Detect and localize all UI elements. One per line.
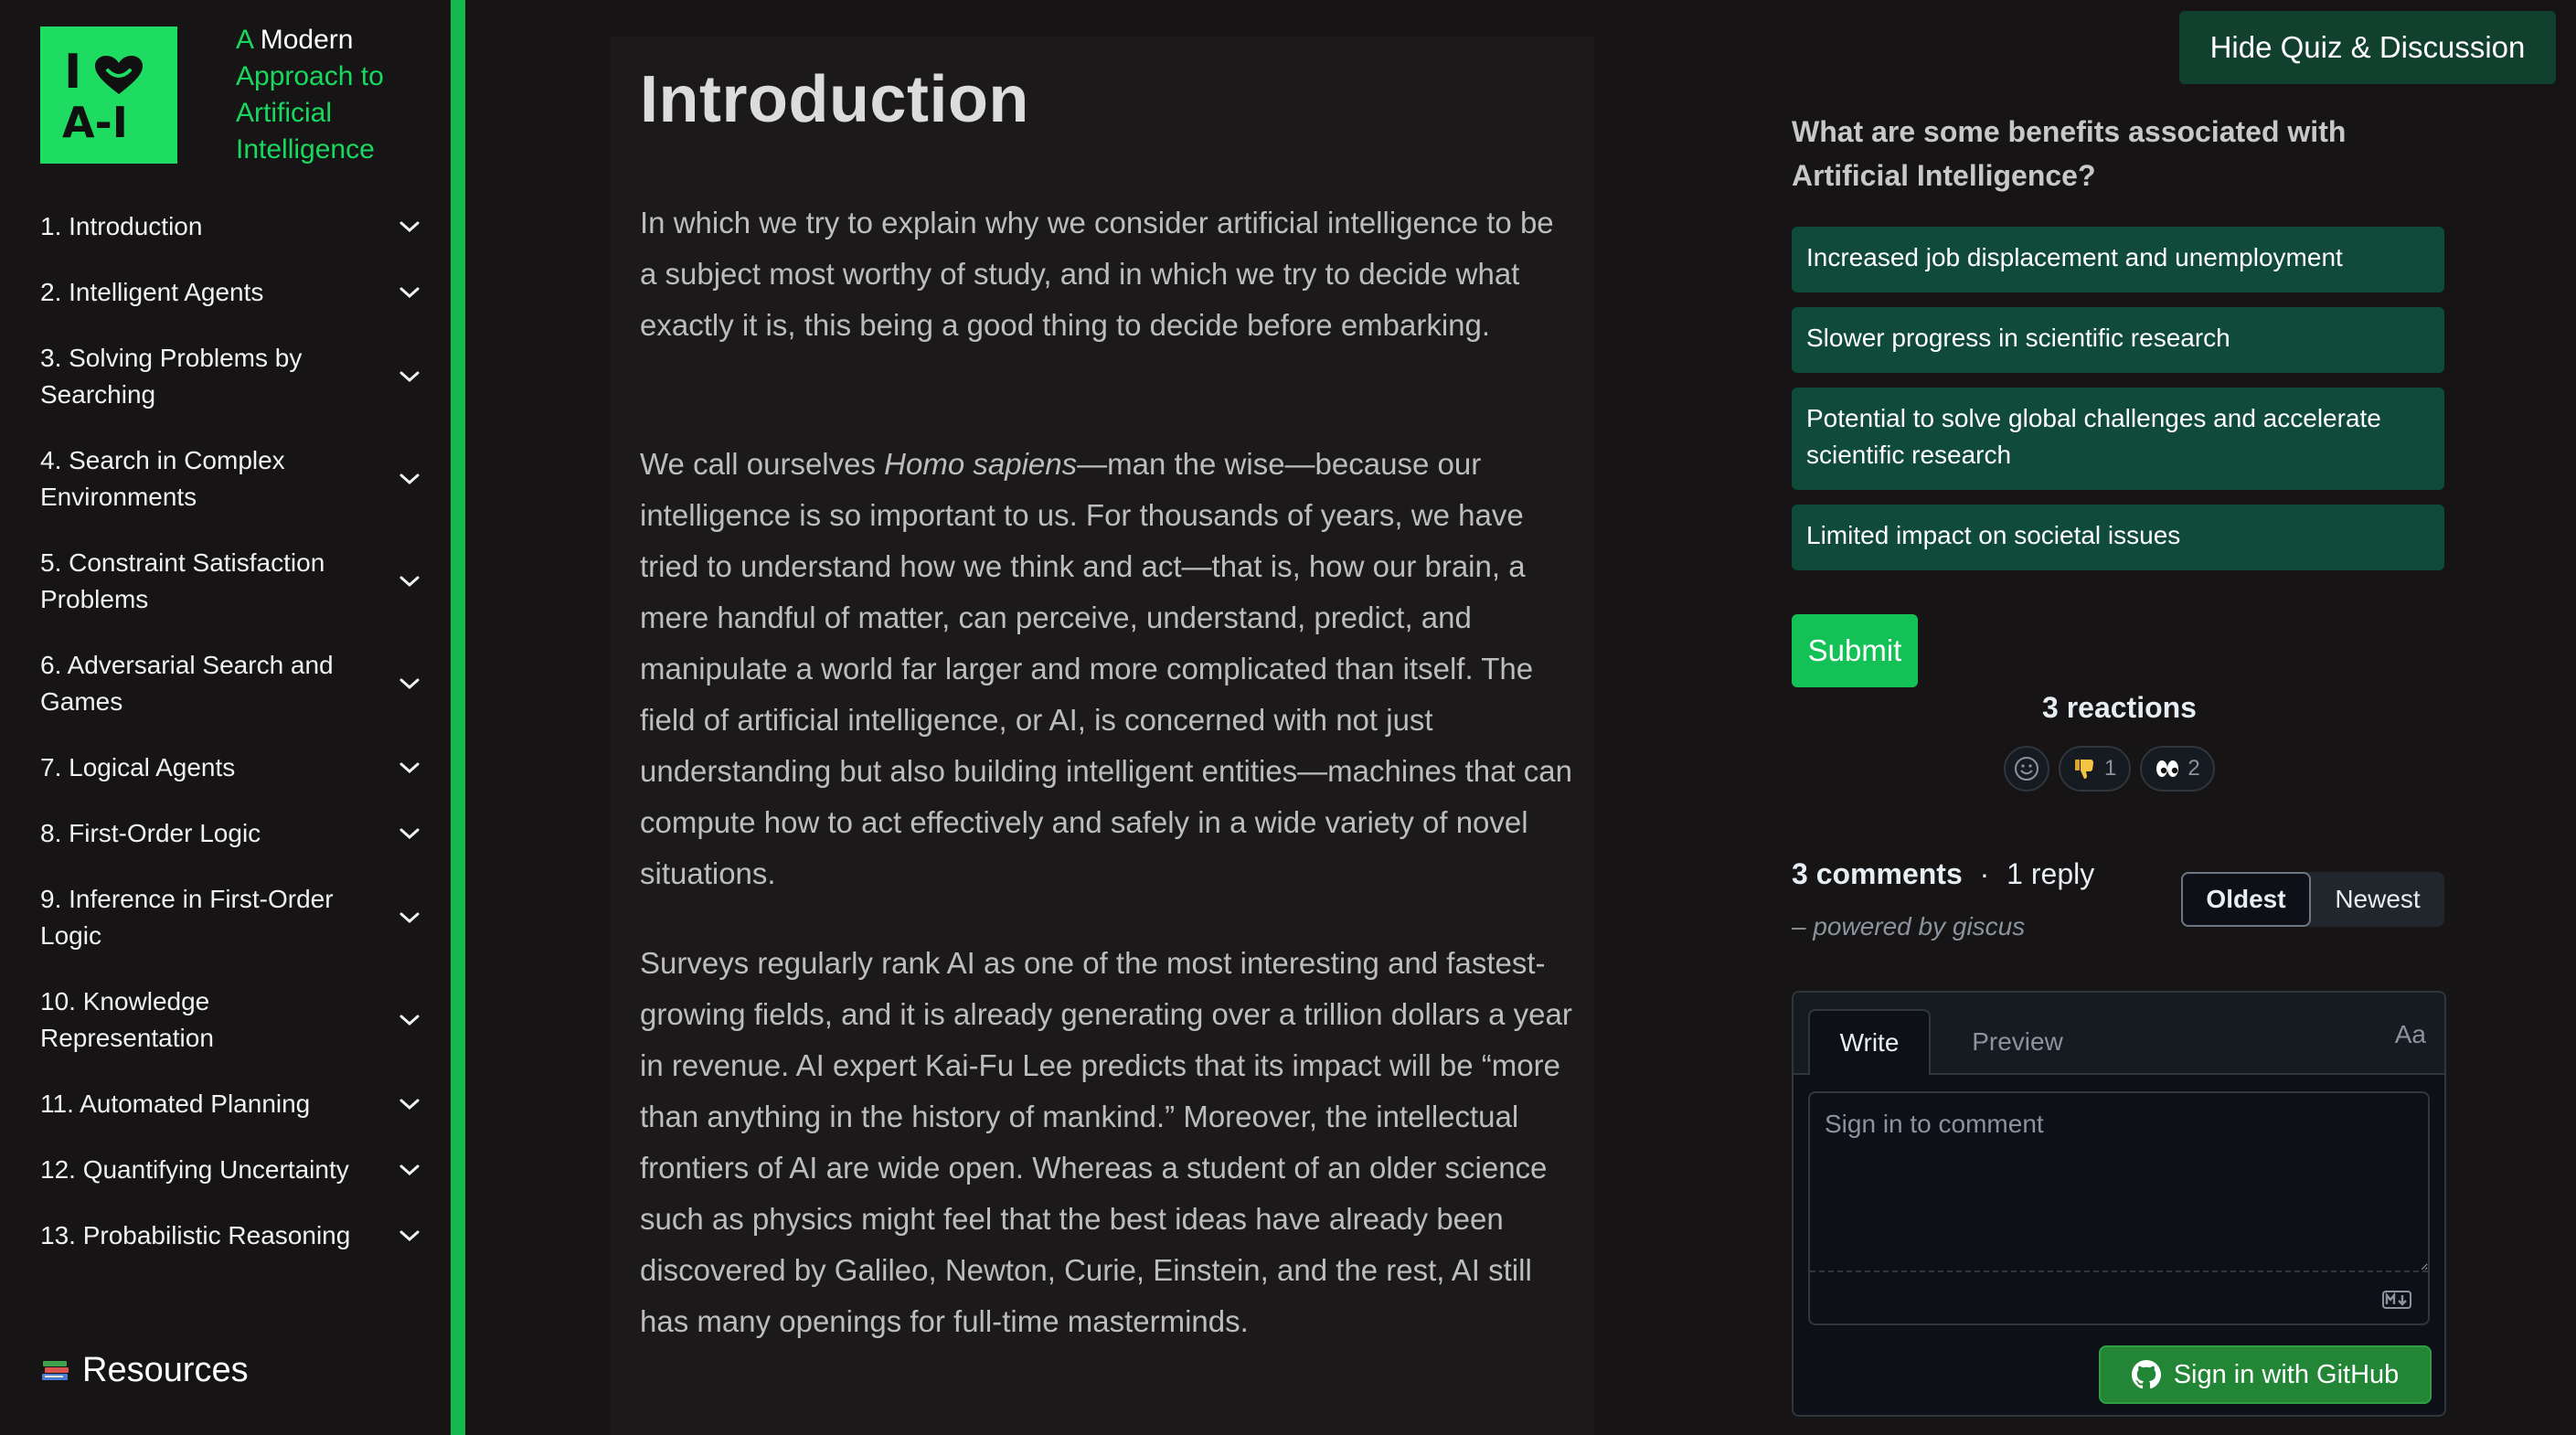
tab-preview[interactable]: Preview: [1949, 1009, 2086, 1075]
reactions-count: 3 reactions: [2042, 691, 2197, 724]
chevron-down-icon[interactable]: [399, 1097, 420, 1111]
tab-write[interactable]: Write: [1808, 1009, 1931, 1075]
paragraph-text: —man the wise—because our intelligence i…: [640, 447, 1572, 890]
sign-in-label: Sign in with GitHub: [2173, 1359, 2400, 1389]
sidebar-chapter-label: 6. Adversarial Search and Games: [40, 651, 334, 716]
emphasis-text: Homo sapiens: [884, 447, 1078, 481]
sidebar-chapter-item[interactable]: 10. Knowledge Representation: [40, 969, 424, 1071]
comment-box: [1808, 1091, 2430, 1325]
sidebar-chapter-label: 13. Probabilistic Reasoning: [40, 1221, 351, 1249]
logo-letter-i: I: [64, 45, 86, 100]
paragraph-text: We call ourselves: [640, 447, 885, 481]
sidebar-chapter-label: 8. First-Order Logic: [40, 819, 261, 847]
quiz-option[interactable]: Slower progress in scientific research: [1792, 307, 2444, 373]
submit-button[interactable]: Submit: [1792, 614, 1918, 687]
chapter-list: 1. Introduction 2. Intelligent Agents 3. S…: [40, 194, 424, 1269]
sidebar-chapter-item[interactable]: 13. Probabilistic Reasoning: [40, 1203, 424, 1269]
powered-by-giscus[interactable]: – powered by giscus: [1792, 912, 2025, 941]
thumbs-down-icon: [2075, 760, 2093, 779]
chevron-down-icon[interactable]: [399, 1228, 420, 1243]
sidebar-chapter-item[interactable]: 1. Introduction: [40, 194, 424, 260]
chevron-down-icon[interactable]: [399, 574, 420, 589]
chevron-down-icon[interactable]: [399, 472, 420, 486]
chevron-down-icon[interactable]: [399, 219, 420, 234]
resources-link[interactable]: Resources: [40, 1351, 249, 1390]
site-title-rest: Approach to Artificial Intelligence: [236, 61, 384, 165]
sidebar-chapter-label: 2. Intelligent Agents: [40, 278, 264, 306]
add-reaction-button[interactable]: [2004, 746, 2049, 792]
sidebar-chapter-item[interactable]: 9. Inference in First-Order Logic: [40, 866, 424, 969]
sidebar-chapter-item[interactable]: 3. Solving Problems by Searching: [40, 325, 424, 428]
format-toggle-button[interactable]: Aa: [2395, 1020, 2426, 1049]
editor-tabs: Write Preview Aa: [1794, 993, 2444, 1075]
quiz-option[interactable]: Limited impact on societal issues: [1792, 505, 2444, 570]
sidebar-chapter-label: 3. Solving Problems by Searching: [40, 344, 303, 409]
sidebar-chapter-label: 1. Introduction: [40, 212, 203, 240]
github-icon: [2131, 1360, 2161, 1389]
smiley-icon: [2015, 757, 2038, 781]
sign-in-github-button[interactable]: Sign in with GitHub: [2099, 1345, 2432, 1404]
eyes-icon: [2156, 760, 2179, 777]
sidebar-chapter-label: 4. Search in Complex Environments: [40, 446, 285, 511]
comments-count: 3 comments: [1792, 857, 1963, 890]
site-logo[interactable]: I A-I: [40, 27, 177, 164]
sidebar-chapter-item[interactable]: 12. Quantifying Uncertainty: [40, 1137, 424, 1203]
site-title-modern: Modern: [260, 25, 354, 55]
sidebar-chapter-label: 11. Automated Planning: [40, 1090, 311, 1118]
sort-toggle: Oldest Newest: [2181, 872, 2444, 927]
resources-label: Resources: [82, 1351, 249, 1389]
sidebar-chapter-label: 10. Knowledge Representation: [40, 987, 214, 1052]
chevron-down-icon[interactable]: [399, 1013, 420, 1027]
paragraph-intro: In which we try to explain why we consid…: [640, 206, 1554, 342]
replies-count: 1 reply: [2007, 857, 2095, 890]
reaction-count: 1: [2104, 756, 2117, 781]
chevron-down-icon[interactable]: [399, 285, 420, 300]
paragraph-homo-sapiens: We call ourselves Homo sapiens—man the w…: [640, 439, 1572, 899]
quiz-option[interactable]: Increased job displacement and unemploym…: [1792, 227, 2444, 292]
sidebar-chapter-label: 9. Inference in First-Order Logic: [40, 885, 334, 950]
chevron-down-icon[interactable]: [399, 910, 420, 925]
sidebar: I A-I A Modern Approach to Artificial In…: [0, 0, 451, 1435]
reactions-bar: 1 2: [2004, 746, 2215, 792]
sort-oldest-button[interactable]: Oldest: [2181, 872, 2311, 927]
page-title: Introduction: [640, 63, 1029, 136]
separator: ·: [1979, 857, 1990, 890]
sidebar-chapter-label: 7. Logical Agents: [40, 753, 236, 781]
site-title[interactable]: A Modern Approach to Artificial Intellig…: [236, 22, 400, 168]
heart-icon: [95, 56, 143, 94]
comment-input[interactable]: [1810, 1093, 2428, 1272]
sort-newest-button[interactable]: Newest: [2311, 872, 2444, 927]
sidebar-chapter-label: 12. Quantifying Uncertainty: [40, 1155, 349, 1184]
sidebar-chapter-item[interactable]: 8. First-Order Logic: [40, 801, 424, 866]
paragraph-surveys: Surveys regularly rank AI as one of the …: [640, 946, 1572, 1338]
quiz-question: What are some benefits associated with A…: [1792, 115, 2347, 192]
chevron-down-icon[interactable]: [399, 676, 420, 691]
comment-editor: Write Preview Aa Sign in with GitHub: [1792, 991, 2446, 1417]
sidebar-chapter-item[interactable]: 11. Automated Planning: [40, 1071, 424, 1137]
sidebar-chapter-item[interactable]: 4. Search in Complex Environments: [40, 428, 424, 530]
chevron-down-icon[interactable]: [399, 760, 420, 775]
chevron-down-icon[interactable]: [399, 1163, 420, 1177]
sidebar-divider: [451, 0, 465, 1435]
reaction-thumbs-down[interactable]: 1: [2059, 746, 2132, 792]
sidebar-chapter-item[interactable]: 5. Constraint Satisfaction Problems: [40, 530, 424, 632]
reaction-count: 2: [2187, 756, 2200, 781]
sidebar-chapter-item[interactable]: 2. Intelligent Agents: [40, 260, 424, 325]
sidebar-chapter-item[interactable]: 6. Adversarial Search and Games: [40, 632, 424, 735]
hide-quiz-button[interactable]: Hide Quiz & Discussion: [2179, 11, 2556, 84]
markdown-icon: [2382, 1291, 2411, 1309]
article: Introduction In which we try to explain …: [611, 37, 1594, 1435]
quiz-option[interactable]: Potential to solve global challenges and…: [1792, 388, 2444, 490]
site-title-a: A: [236, 25, 253, 55]
sidebar-chapter-item[interactable]: 7. Logical Agents: [40, 735, 424, 801]
chevron-down-icon[interactable]: [399, 826, 420, 841]
comments-header: 3 comments · 1 reply: [1792, 857, 2094, 891]
sidebar-chapter-label: 5. Constraint Satisfaction Problems: [40, 548, 325, 613]
reaction-eyes[interactable]: 2: [2140, 746, 2215, 792]
logo-letters-ai: A-I: [62, 98, 128, 147]
chevron-down-icon[interactable]: [399, 369, 420, 384]
books-icon: [42, 1360, 69, 1380]
